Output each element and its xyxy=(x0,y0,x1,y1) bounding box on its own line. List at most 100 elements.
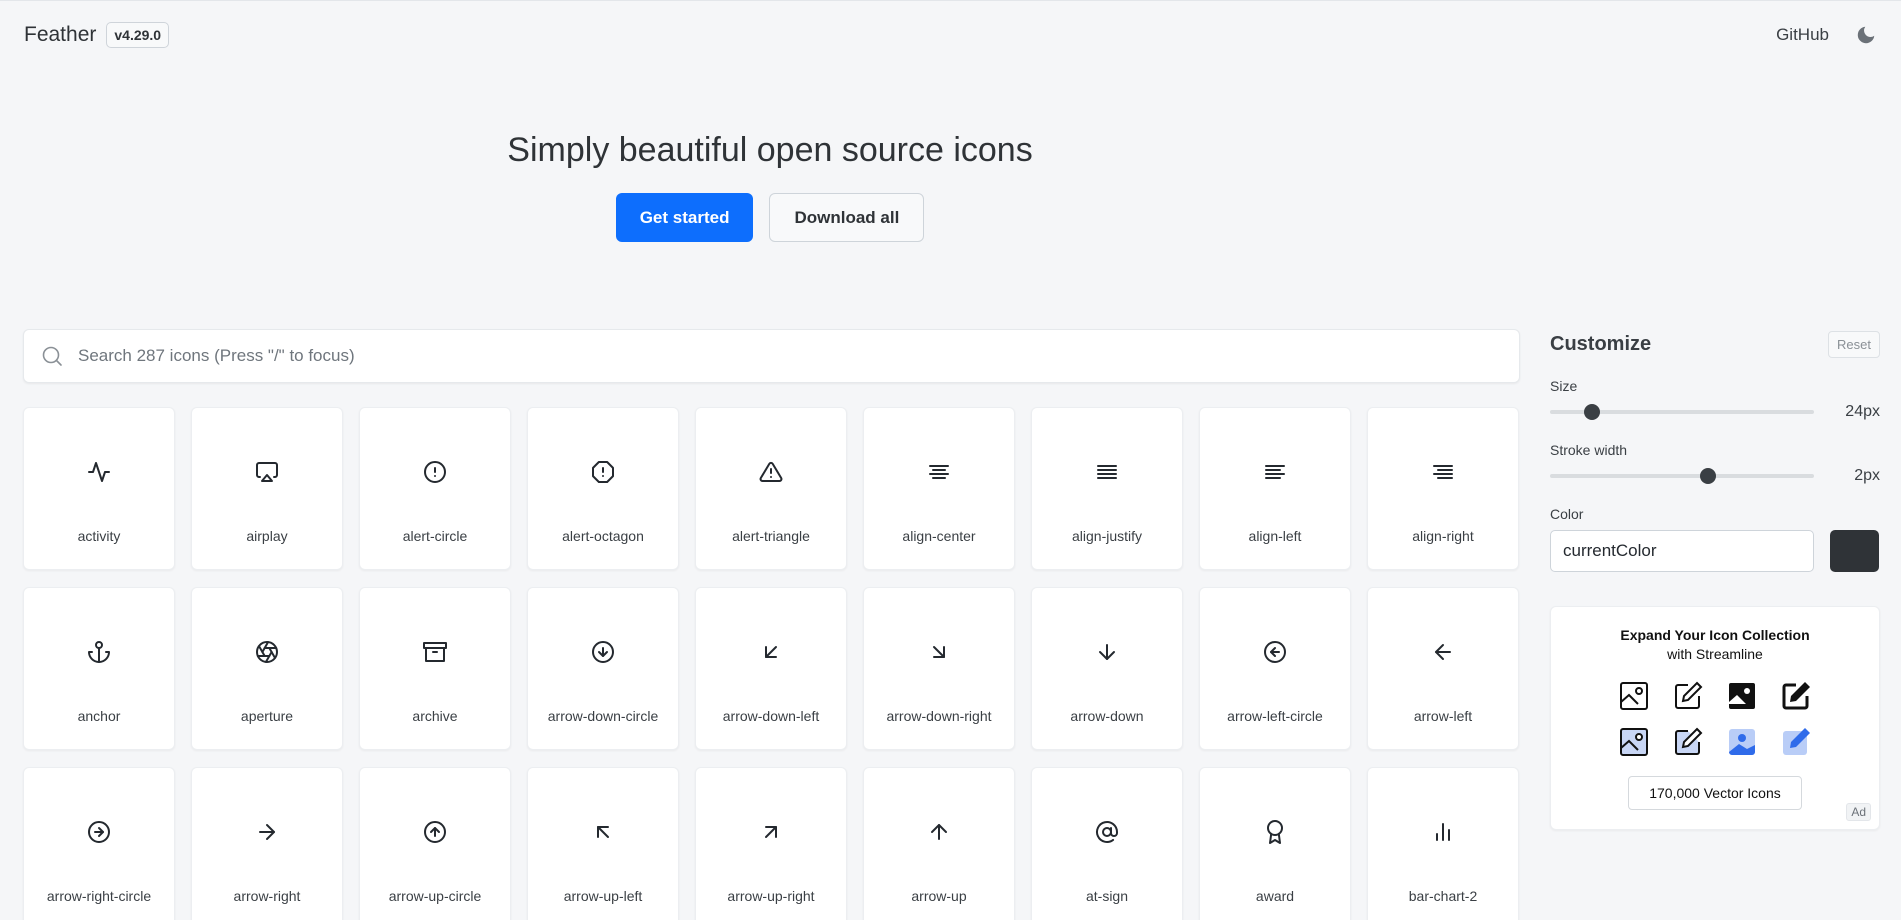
alert-octagon-icon xyxy=(591,460,615,484)
customize-title: Customize xyxy=(1550,333,1652,355)
icon-card-airplay[interactable]: airplay xyxy=(191,407,343,570)
ad-title: Expand Your Icon Collection xyxy=(1620,627,1810,643)
icon-card-label: align-justify xyxy=(1071,528,1143,544)
archive-icon xyxy=(423,640,447,664)
icon-card-label: arrow-down xyxy=(1070,708,1144,724)
ad-subtitle: with Streamline xyxy=(1667,646,1763,662)
size-slider[interactable] xyxy=(1550,404,1814,420)
color-label: Color xyxy=(1550,506,1584,522)
search-bar[interactable] xyxy=(23,329,1520,383)
top-nav: Feather v4.29.0 GitHub xyxy=(24,17,1877,53)
color-input[interactable] xyxy=(1550,530,1814,572)
icon-card-bar-chart-2[interactable]: bar-chart-2 xyxy=(1367,767,1519,920)
icon-card-arrow-up[interactable]: arrow-up xyxy=(863,767,1015,920)
icon-card-aperture[interactable]: aperture xyxy=(191,587,343,750)
icon-grid: activity airplay alert-circle alert-octagon… xyxy=(23,407,1520,920)
icon-card-label: arrow-left xyxy=(1413,708,1473,724)
icon-card-label: alert-triangle xyxy=(732,528,810,544)
size-slider-row: 24px xyxy=(1550,402,1880,422)
image-solid-icon xyxy=(1726,680,1758,712)
icon-card-label: arrow-up-circle xyxy=(388,888,482,904)
alert-circle-icon xyxy=(423,460,447,484)
icon-card-arrow-right[interactable]: arrow-right xyxy=(191,767,343,920)
icon-card-align-right[interactable]: align-right xyxy=(1367,407,1519,570)
stroke-width-label: Stroke width xyxy=(1550,442,1628,458)
icon-card-label: aperture xyxy=(240,708,294,724)
icon-card-label: arrow-up-left xyxy=(563,888,643,904)
icon-card-label: align-left xyxy=(1248,528,1302,544)
icon-card-label: award xyxy=(1255,888,1295,904)
ad-badge: Ad xyxy=(1846,803,1871,821)
icon-card-arrow-up-left[interactable]: arrow-up-left xyxy=(527,767,679,920)
icon-card-award[interactable]: award xyxy=(1199,767,1351,920)
ad-cta-button[interactable]: 170,000 Vector Icons xyxy=(1628,776,1802,810)
aperture-icon xyxy=(255,640,279,664)
icon-card-at-sign[interactable]: at-sign xyxy=(1031,767,1183,920)
hero-title: Simply beautiful open source icons xyxy=(507,131,1033,169)
icon-card-label: arrow-down-circle xyxy=(547,708,659,724)
align-center-icon xyxy=(927,460,951,484)
icon-card-anchor[interactable]: anchor xyxy=(23,587,175,750)
image-outline-icon xyxy=(1618,680,1650,712)
icon-card-arrow-left[interactable]: arrow-left xyxy=(1367,587,1519,750)
edit-solid-icon xyxy=(1780,680,1812,712)
alert-triangle-icon xyxy=(759,460,783,484)
at-sign-icon xyxy=(1095,820,1119,844)
size-slider-thumb[interactable] xyxy=(1584,404,1601,420)
icon-card-arrow-up-circle[interactable]: arrow-up-circle xyxy=(359,767,511,920)
arrow-down-icon xyxy=(1095,640,1119,664)
icon-card-arrow-right-circle[interactable]: arrow-right-circle xyxy=(23,767,175,920)
align-justify-icon xyxy=(1095,460,1119,484)
stroke-width-slider-thumb[interactable] xyxy=(1700,468,1717,484)
arrow-right-icon xyxy=(255,820,279,844)
award-icon xyxy=(1263,820,1287,844)
version-badge[interactable]: v4.29.0 xyxy=(106,22,170,48)
stroke-width-slider[interactable] xyxy=(1550,468,1814,484)
size-label: Size xyxy=(1550,378,1578,394)
icon-card-arrow-down-right[interactable]: arrow-down-right xyxy=(863,587,1015,750)
icon-card-archive[interactable]: archive xyxy=(359,587,511,750)
streamline-ad[interactable]: Expand Your Icon Collection with Streaml… xyxy=(1550,606,1880,830)
icon-card-arrow-up-right[interactable]: arrow-up-right xyxy=(695,767,847,920)
icon-card-arrow-left-circle[interactable]: arrow-left-circle xyxy=(1199,587,1351,750)
align-right-icon xyxy=(1431,460,1455,484)
icon-card-label: archive xyxy=(412,708,458,724)
customize-panel: Customize Reset Size 24px Stroke width 2… xyxy=(1550,331,1880,830)
reset-button[interactable]: Reset xyxy=(1828,331,1880,358)
icon-card-arrow-down[interactable]: arrow-down xyxy=(1031,587,1183,750)
icon-card-label: activity xyxy=(77,528,121,544)
arrow-left-icon xyxy=(1431,640,1455,664)
icon-card-label: align-right xyxy=(1412,528,1474,544)
anchor-icon xyxy=(87,640,111,664)
icon-card-alert-circle[interactable]: alert-circle xyxy=(359,407,511,570)
moon-icon[interactable] xyxy=(1855,24,1877,46)
arrow-up-circle-icon xyxy=(423,820,447,844)
icon-card-label: arrow-right xyxy=(233,888,301,904)
stroke-width-value: 2px xyxy=(1854,467,1880,484)
icon-card-arrow-down-left[interactable]: arrow-down-left xyxy=(695,587,847,750)
icon-card-alert-octagon[interactable]: alert-octagon xyxy=(527,407,679,570)
icon-card-align-center[interactable]: align-center xyxy=(863,407,1015,570)
get-started-button[interactable]: Get started xyxy=(615,193,754,242)
icon-card-alert-triangle[interactable]: alert-triangle xyxy=(695,407,847,570)
icon-card-label: arrow-up-right xyxy=(727,888,815,904)
stroke-slider-row: 2px xyxy=(1550,466,1880,486)
icon-card-align-justify[interactable]: align-justify xyxy=(1031,407,1183,570)
icon-card-align-left[interactable]: align-left xyxy=(1199,407,1351,570)
color-swatch[interactable] xyxy=(1830,530,1879,572)
search-input[interactable] xyxy=(78,346,1519,366)
image-duotone-icon xyxy=(1618,726,1650,758)
icon-card-activity[interactable]: activity xyxy=(23,407,175,570)
arrow-right-circle-icon xyxy=(87,820,111,844)
download-all-button[interactable]: Download all xyxy=(769,193,925,242)
search-icon xyxy=(40,344,64,368)
arrow-down-right-icon xyxy=(927,640,951,664)
brand-logo[interactable]: Feather xyxy=(24,23,96,47)
icon-card-label: at-sign xyxy=(1085,888,1129,904)
edit-flat-icon xyxy=(1780,726,1812,758)
icon-card-label: arrow-right-circle xyxy=(46,888,152,904)
github-link[interactable]: GitHub xyxy=(1776,25,1829,45)
icon-card-arrow-down-circle[interactable]: arrow-down-circle xyxy=(527,587,679,750)
hero-actions: Get started Download all xyxy=(0,193,1540,242)
arrow-up-icon xyxy=(927,820,951,844)
